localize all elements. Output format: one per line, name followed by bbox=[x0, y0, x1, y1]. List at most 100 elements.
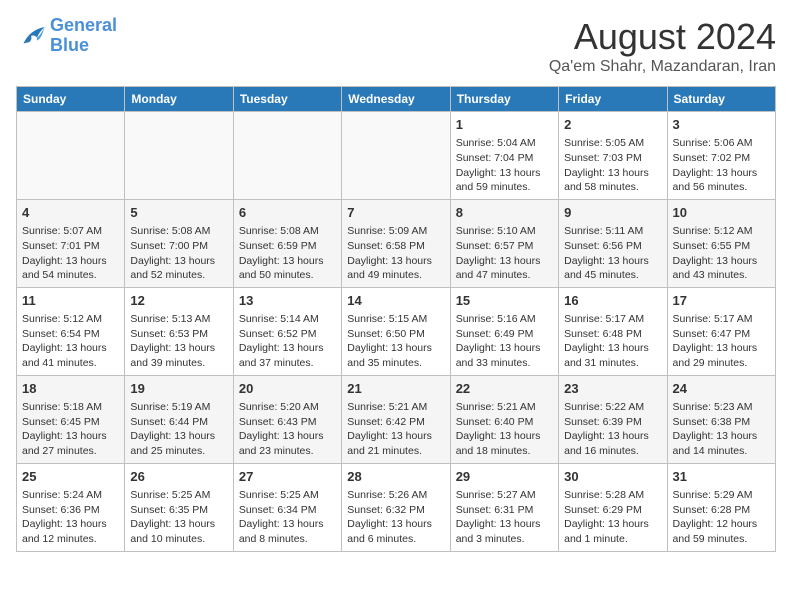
calendar-cell: 6Sunrise: 5:08 AMSunset: 6:59 PMDaylight… bbox=[233, 199, 341, 287]
cell-info-line: and 41 minutes. bbox=[22, 356, 119, 371]
calendar-cell: 14 Sunrise: 5:15 AMSunset: 6:50 PMDayligh… bbox=[342, 287, 450, 375]
logo-icon bbox=[16, 22, 46, 50]
cell-info-line: Sunrise: 5:27 AM bbox=[456, 488, 553, 503]
calendar-cell bbox=[17, 112, 125, 200]
cell-info-line: Sunset: 6:32 PM bbox=[347, 503, 444, 518]
cell-info-line: and 6 minutes. bbox=[347, 532, 444, 547]
cell-info-line: Sunrise: 5:09 AM bbox=[347, 224, 444, 239]
cell-info-line: and 54 minutes. bbox=[22, 268, 119, 283]
calendar-table: Sunday Monday Tuesday Wednesday Thursday… bbox=[16, 86, 776, 552]
day-number: 12 bbox=[130, 292, 227, 310]
col-friday: Friday bbox=[559, 87, 667, 112]
day-number: 11 bbox=[22, 292, 119, 310]
cell-info-line: Sunrise: 5:18 AM bbox=[22, 400, 119, 415]
cell-info-line: Daylight: 13 hours bbox=[130, 341, 227, 356]
cell-info-line: Daylight: 13 hours bbox=[673, 166, 770, 181]
cell-info-line: Sunset: 6:53 PM bbox=[130, 327, 227, 342]
day-number: 29 bbox=[456, 468, 553, 486]
cell-info-line: Sunrise: 5:29 AM bbox=[673, 488, 770, 503]
calendar-week-1: 1Sunrise: 5:04 AMSunset: 7:04 PMDaylight… bbox=[17, 112, 776, 200]
cell-info-line: Sunrise: 5:23 AM bbox=[673, 400, 770, 415]
cell-info-line: and 14 minutes. bbox=[673, 444, 770, 459]
cell-info-line: Sunset: 6:36 PM bbox=[22, 503, 119, 518]
cell-info-line: Daylight: 13 hours bbox=[347, 254, 444, 269]
cell-info-line: Sunrise: 5:08 AM bbox=[130, 224, 227, 239]
cell-info-line: and 10 minutes. bbox=[130, 532, 227, 547]
cell-info-line: Daylight: 13 hours bbox=[564, 254, 661, 269]
cell-info-line: and 52 minutes. bbox=[130, 268, 227, 283]
day-number: 18 bbox=[22, 380, 119, 398]
day-number: 21 bbox=[347, 380, 444, 398]
cell-info-line: Sunrise: 5:05 AM bbox=[564, 136, 661, 151]
cell-info-line: Sunset: 6:58 PM bbox=[347, 239, 444, 254]
cell-info-line: Sunset: 6:38 PM bbox=[673, 415, 770, 430]
cell-info-line: and 59 minutes. bbox=[673, 532, 770, 547]
cell-info-line: Sunrise: 5:12 AM bbox=[673, 224, 770, 239]
cell-info-line: Daylight: 13 hours bbox=[130, 517, 227, 532]
cell-info-line: Sunset: 6:59 PM bbox=[239, 239, 336, 254]
calendar-cell: 7Sunrise: 5:09 AMSunset: 6:58 PMDaylight… bbox=[342, 199, 450, 287]
day-number: 25 bbox=[22, 468, 119, 486]
cell-info-line: Daylight: 13 hours bbox=[456, 166, 553, 181]
cell-info-line: Sunset: 6:49 PM bbox=[456, 327, 553, 342]
cell-info-line: Sunset: 7:03 PM bbox=[564, 151, 661, 166]
cell-info-line: and 58 minutes. bbox=[564, 180, 661, 195]
cell-info-line: Daylight: 12 hours bbox=[673, 517, 770, 532]
cell-info-line: Daylight: 13 hours bbox=[673, 341, 770, 356]
cell-info-line: and 25 minutes. bbox=[130, 444, 227, 459]
calendar-cell: 29Sunrise: 5:27 AMSunset: 6:31 PMDayligh… bbox=[450, 463, 558, 551]
cell-info-line: Sunrise: 5:06 AM bbox=[673, 136, 770, 151]
day-number: 19 bbox=[130, 380, 227, 398]
calendar-cell: 26Sunrise: 5:25 AMSunset: 6:35 PMDayligh… bbox=[125, 463, 233, 551]
cell-info-line: Daylight: 13 hours bbox=[456, 254, 553, 269]
cell-info-line: and 45 minutes. bbox=[564, 268, 661, 283]
cell-info-line: Sunset: 6:34 PM bbox=[239, 503, 336, 518]
cell-info-line: Sunrise: 5:04 AM bbox=[456, 136, 553, 151]
cell-info-line: Sunrise: 5:15 AM bbox=[347, 312, 444, 327]
cell-info-line: Sunset: 6:31 PM bbox=[456, 503, 553, 518]
cell-info-line: Sunrise: 5:13 AM bbox=[130, 312, 227, 327]
day-number: 9 bbox=[564, 204, 661, 222]
day-number: 31 bbox=[673, 468, 770, 486]
day-number: 14 bbox=[347, 292, 444, 310]
day-number: 15 bbox=[456, 292, 553, 310]
day-number: 1 bbox=[456, 116, 553, 134]
cell-info-line: and 49 minutes. bbox=[347, 268, 444, 283]
calendar-cell: 24Sunrise: 5:23 AMSunset: 6:38 PMDayligh… bbox=[667, 375, 775, 463]
cell-info-line: Sunset: 6:28 PM bbox=[673, 503, 770, 518]
calendar-cell: 9Sunrise: 5:11 AMSunset: 6:56 PMDaylight… bbox=[559, 199, 667, 287]
calendar-cell: 4Sunrise: 5:07 AMSunset: 7:01 PMDaylight… bbox=[17, 199, 125, 287]
cell-info-line: Sunrise: 5:08 AM bbox=[239, 224, 336, 239]
day-number: 2 bbox=[564, 116, 661, 134]
calendar-cell: 10Sunrise: 5:12 AMSunset: 6:55 PMDayligh… bbox=[667, 199, 775, 287]
cell-info-line: Sunrise: 5:10 AM bbox=[456, 224, 553, 239]
cell-info-line: Sunrise: 5:25 AM bbox=[130, 488, 227, 503]
cell-info-line: and 33 minutes. bbox=[456, 356, 553, 371]
cell-info-line: and 1 minute. bbox=[564, 532, 661, 547]
day-number: 3 bbox=[673, 116, 770, 134]
calendar-cell bbox=[125, 112, 233, 200]
cell-info-line: Sunset: 6:29 PM bbox=[564, 503, 661, 518]
cell-info-line: and 21 minutes. bbox=[347, 444, 444, 459]
cell-info-line: Daylight: 13 hours bbox=[22, 254, 119, 269]
calendar-cell: 30Sunrise: 5:28 AMSunset: 6:29 PMDayligh… bbox=[559, 463, 667, 551]
cell-info-line: Daylight: 13 hours bbox=[239, 517, 336, 532]
cell-info-line: Sunset: 7:00 PM bbox=[130, 239, 227, 254]
cell-info-line: Sunset: 6:45 PM bbox=[22, 415, 119, 430]
cell-info-line: Daylight: 13 hours bbox=[347, 341, 444, 356]
calendar-cell bbox=[233, 112, 341, 200]
cell-info-line: Daylight: 13 hours bbox=[347, 429, 444, 444]
cell-info-line: Sunrise: 5:17 AM bbox=[673, 312, 770, 327]
cell-info-line: and 47 minutes. bbox=[456, 268, 553, 283]
cell-info-line: Sunrise: 5:12 AM bbox=[22, 312, 119, 327]
col-wednesday: Wednesday bbox=[342, 87, 450, 112]
calendar-cell: 31 Sunrise: 5:29 AMSunset: 6:28 PMDayligh… bbox=[667, 463, 775, 551]
cell-info-line: Daylight: 13 hours bbox=[564, 166, 661, 181]
cell-info-line: Sunset: 6:50 PM bbox=[347, 327, 444, 342]
cell-info-line: and 39 minutes. bbox=[130, 356, 227, 371]
cell-info-line: Sunrise: 5:28 AM bbox=[564, 488, 661, 503]
cell-info-line: Daylight: 13 hours bbox=[130, 254, 227, 269]
cell-info-line: Sunset: 7:02 PM bbox=[673, 151, 770, 166]
cell-info-line: and 16 minutes. bbox=[564, 444, 661, 459]
month-title: August 2024 bbox=[549, 16, 776, 58]
